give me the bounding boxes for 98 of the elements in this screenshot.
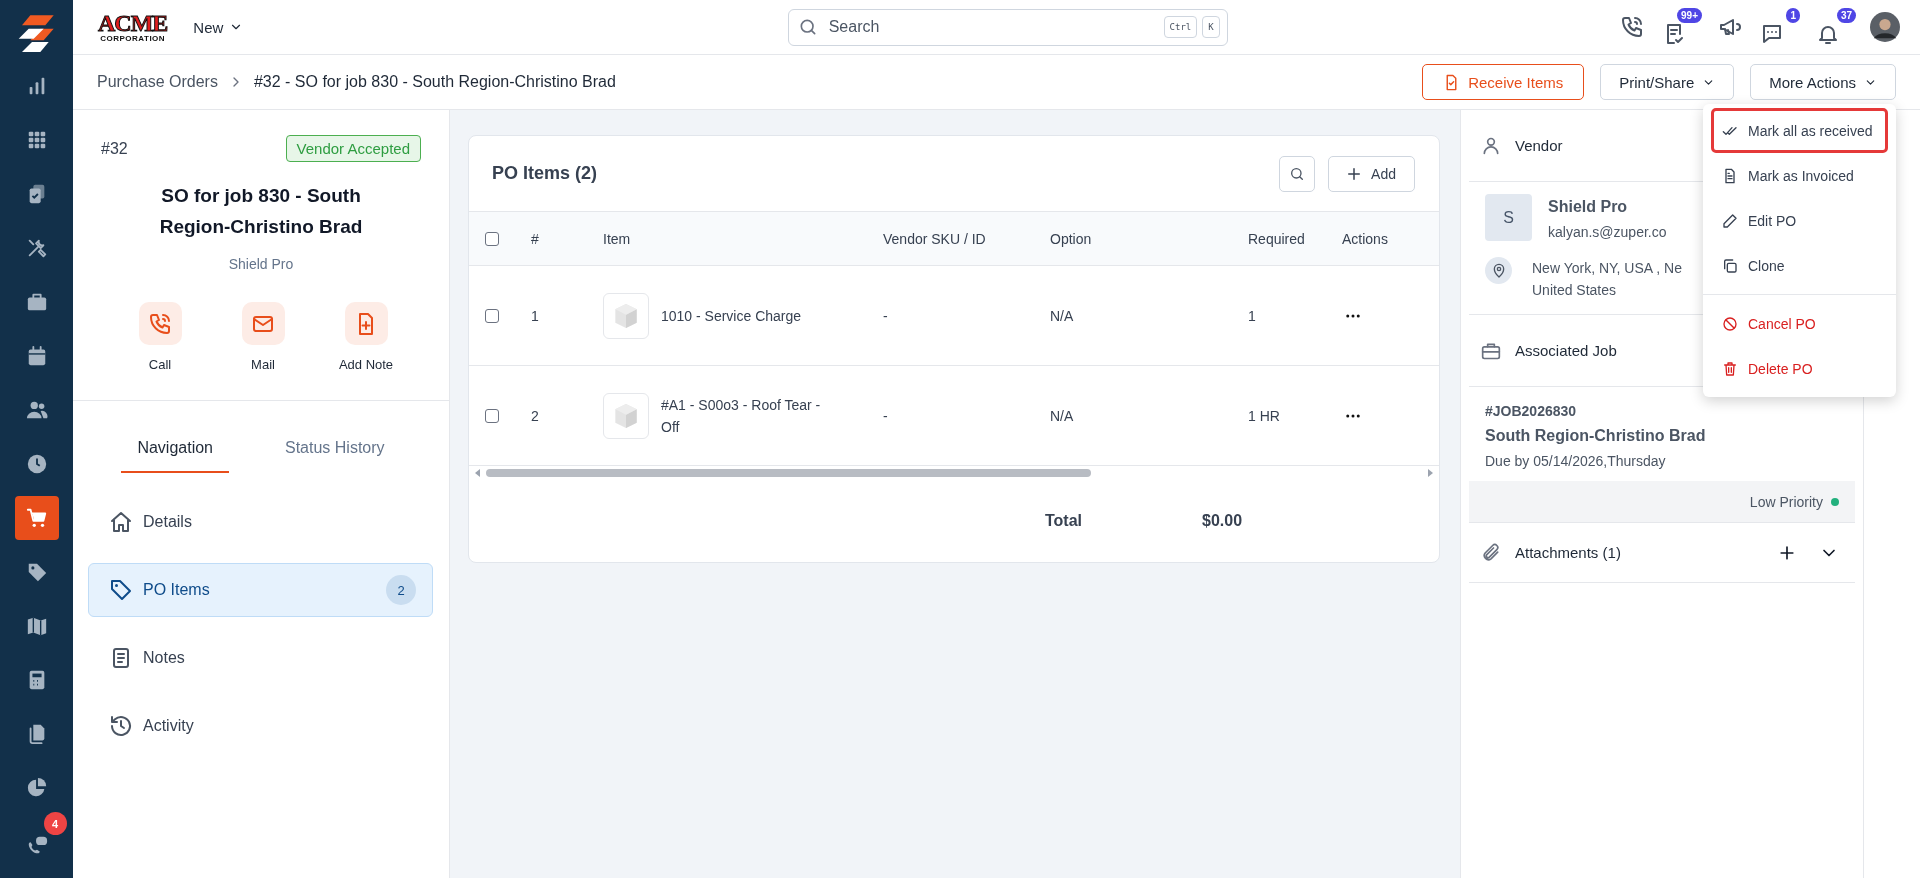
- briefcase-icon: [25, 291, 48, 313]
- bell-button[interactable]: 37: [1814, 8, 1856, 50]
- table-cell: 1 HR: [1248, 407, 1280, 424]
- vendor-avatar: S: [1485, 194, 1532, 241]
- count-badge: 1: [1786, 8, 1800, 23]
- menu-button[interactable]: More Actions: [1750, 64, 1896, 100]
- count-badge: 2: [386, 575, 416, 605]
- breadcrumb-link[interactable]: Purchase Orders: [97, 73, 218, 91]
- table-cell: N/A: [1050, 307, 1074, 324]
- quick-action-label: Add Note: [338, 357, 394, 372]
- column-header: Item: [603, 230, 631, 247]
- person-icon: [1481, 135, 1501, 156]
- po-title: SO for job 830 - South Region-Christino Brad: [158, 184, 364, 239]
- nav-item[interactable]: Details: [88, 495, 433, 549]
- phone-icon: [1620, 15, 1644, 39]
- address-text: New York, NY, USA , Ne: [1532, 260, 1682, 276]
- checkbox[interactable]: [485, 408, 499, 423]
- count-badge: 4: [43, 812, 67, 835]
- chat-icon: [1760, 22, 1784, 46]
- paperclip-icon: [1481, 542, 1501, 563]
- history-icon: [109, 714, 133, 738]
- company-logo: ACME CORPORATION: [98, 11, 168, 43]
- search-icon: [1289, 165, 1306, 182]
- address-text: United States: [1532, 282, 1618, 298]
- table-cell-text: #A1 - S00o3 - Roof Tear -Off: [661, 395, 822, 437]
- pie-chart-icon: [25, 777, 48, 799]
- add-button[interactable]: Add: [1328, 155, 1415, 192]
- table-cell: 1: [1248, 307, 1256, 324]
- people-icon: [25, 399, 48, 421]
- quick-action-button[interactable]: [344, 302, 388, 345]
- priority-label: Low Priority: [1749, 493, 1823, 510]
- search-button[interactable]: [1279, 155, 1316, 192]
- receive-button[interactable]: Receive Items: [1422, 64, 1585, 100]
- key-hint: Ctrl: [1163, 15, 1198, 38]
- vendor-name: Shield Pro: [227, 256, 295, 272]
- table-cell: -: [883, 307, 888, 324]
- job-number: #JOB2026830: [1485, 403, 1578, 419]
- checkbox[interactable]: [485, 231, 499, 246]
- vendor-name: Shield Pro: [1548, 198, 1629, 216]
- table-cell: N/A: [1050, 407, 1074, 424]
- sidebar-item[interactable]: [14, 496, 59, 540]
- checklist-button[interactable]: 99+: [1660, 8, 1702, 50]
- count-badge: 37: [1836, 8, 1856, 23]
- table-cell: 1: [531, 307, 539, 324]
- section-title: Vendor: [1515, 137, 1563, 154]
- quick-action-label: Mail: [251, 357, 275, 372]
- vendor-email: kalyan.s@zuper.co: [1548, 224, 1667, 240]
- menu-item[interactable]: Edit PO: [1711, 198, 1888, 243]
- column-header: Required: [1248, 230, 1305, 247]
- table-cell: 2: [531, 407, 539, 424]
- table-cell-text: 1010 - Service Charge: [661, 306, 803, 326]
- section-title: Attachments (1): [1515, 544, 1621, 561]
- copy-icon: [1722, 257, 1738, 274]
- clock-icon: [25, 453, 48, 475]
- column-header: Option: [1050, 230, 1092, 247]
- key-hint: K: [1202, 15, 1220, 38]
- column-header: Actions: [1342, 230, 1388, 247]
- menu-item[interactable]: Delete PO: [1711, 346, 1888, 391]
- tab[interactable]: Navigation: [121, 431, 229, 473]
- cart-icon: [25, 507, 48, 529]
- menu-button[interactable]: Print/Share: [1600, 64, 1735, 100]
- tab[interactable]: Status History: [269, 431, 401, 473]
- menu-item[interactable]: Clone: [1711, 243, 1888, 288]
- nav-item[interactable]: PO Items 2: [88, 563, 433, 617]
- pencil-icon: [1722, 212, 1738, 229]
- quick-action-button[interactable]: [241, 302, 285, 345]
- count-badge: 99+: [1677, 8, 1702, 23]
- card-title: PO Items (2): [492, 163, 598, 184]
- tag-icon: [109, 578, 133, 602]
- section-title: Associated Job: [1515, 342, 1617, 359]
- house-icon: [109, 510, 133, 534]
- menu-item[interactable]: Mark all as received: [1711, 108, 1888, 153]
- app-logo: [16, 12, 57, 52]
- total-label: Total: [1045, 512, 1083, 530]
- page-title: #32 - SO for job 830 - South Region-Christino Brad: [253, 73, 616, 91]
- total-amount: $0.00: [1202, 512, 1243, 530]
- menu-item[interactable]: Cancel PO: [1711, 301, 1888, 346]
- ban-icon: [1722, 315, 1738, 332]
- po-number: #32: [101, 139, 128, 158]
- menu-item[interactable]: Mark as Invoiced: [1711, 153, 1888, 198]
- document-icon: [1722, 167, 1738, 184]
- map-icon: [25, 615, 48, 637]
- avatar-icon: [1870, 12, 1900, 42]
- chat-button[interactable]: 1: [1758, 8, 1800, 50]
- nav-item[interactable]: Notes: [88, 631, 433, 685]
- column-header: #: [531, 230, 539, 247]
- new-menu-button[interactable]: New: [189, 14, 248, 40]
- quick-action-button[interactable]: [138, 302, 182, 345]
- phone-icon: [148, 311, 172, 336]
- table-cell: -: [883, 407, 888, 424]
- nav-item[interactable]: Activity: [88, 699, 433, 753]
- status-badge: Vendor Accepted: [285, 135, 421, 162]
- trash-icon: [1722, 360, 1738, 377]
- checkbox[interactable]: [485, 308, 499, 323]
- column-header: Vendor SKU / ID: [883, 230, 986, 247]
- quick-action-label: Call: [148, 357, 172, 372]
- job-name: South Region-Christino Brad: [1485, 427, 1707, 445]
- due-date: Due by 05/14/2026,Thursday: [1485, 453, 1667, 469]
